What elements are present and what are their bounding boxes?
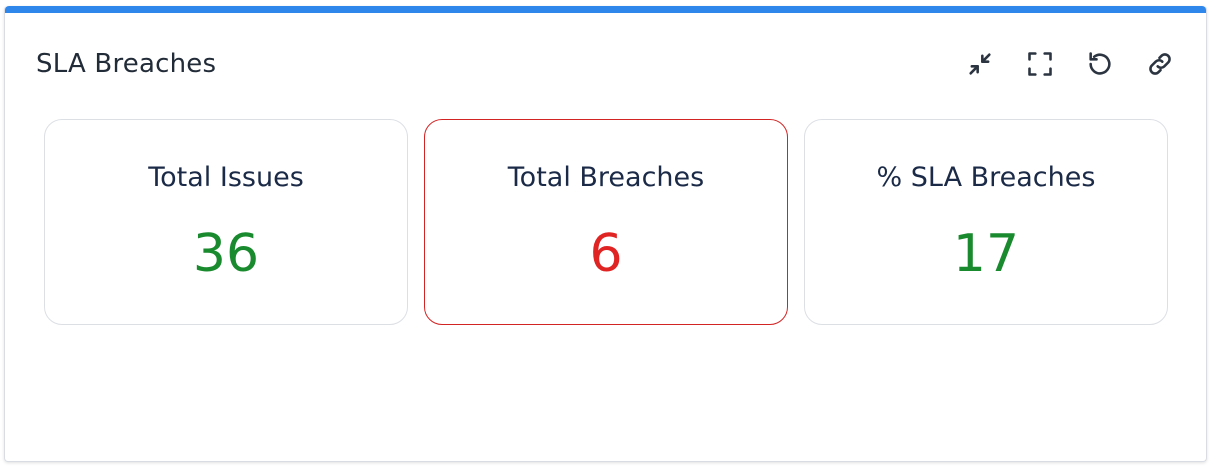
fullscreen-icon xyxy=(1028,52,1052,76)
card-value: 36 xyxy=(192,224,260,284)
collapse-button[interactable] xyxy=(964,48,996,80)
sla-breach-percent-card[interactable]: % SLA Breaches 17 xyxy=(804,119,1168,325)
card-label: Total Issues xyxy=(148,162,304,193)
card-value: 17 xyxy=(952,224,1020,284)
refresh-button[interactable] xyxy=(1084,48,1116,80)
total-breaches-card[interactable]: Total Breaches 6 xyxy=(424,119,788,325)
accent-bar xyxy=(5,6,1206,13)
widget-toolbar xyxy=(964,47,1176,81)
widget-header: SLA Breaches xyxy=(36,46,1176,82)
metric-cards: Total Issues 36 Total Breaches 6 % SLA B… xyxy=(44,119,1170,327)
link-icon xyxy=(1149,53,1171,75)
sla-breaches-widget: SLA Breaches Total Issues 36 Total Breac… xyxy=(4,6,1207,462)
collapse-icon xyxy=(969,53,991,75)
total-issues-card[interactable]: Total Issues 36 xyxy=(44,119,408,325)
card-label: Total Breaches xyxy=(507,162,705,193)
link-button[interactable] xyxy=(1144,48,1176,80)
widget-title: SLA Breaches xyxy=(36,49,217,79)
refresh-icon xyxy=(1089,52,1111,75)
fullscreen-button[interactable] xyxy=(1024,48,1056,80)
card-value: 6 xyxy=(589,224,623,284)
card-label: % SLA Breaches xyxy=(876,162,1096,193)
